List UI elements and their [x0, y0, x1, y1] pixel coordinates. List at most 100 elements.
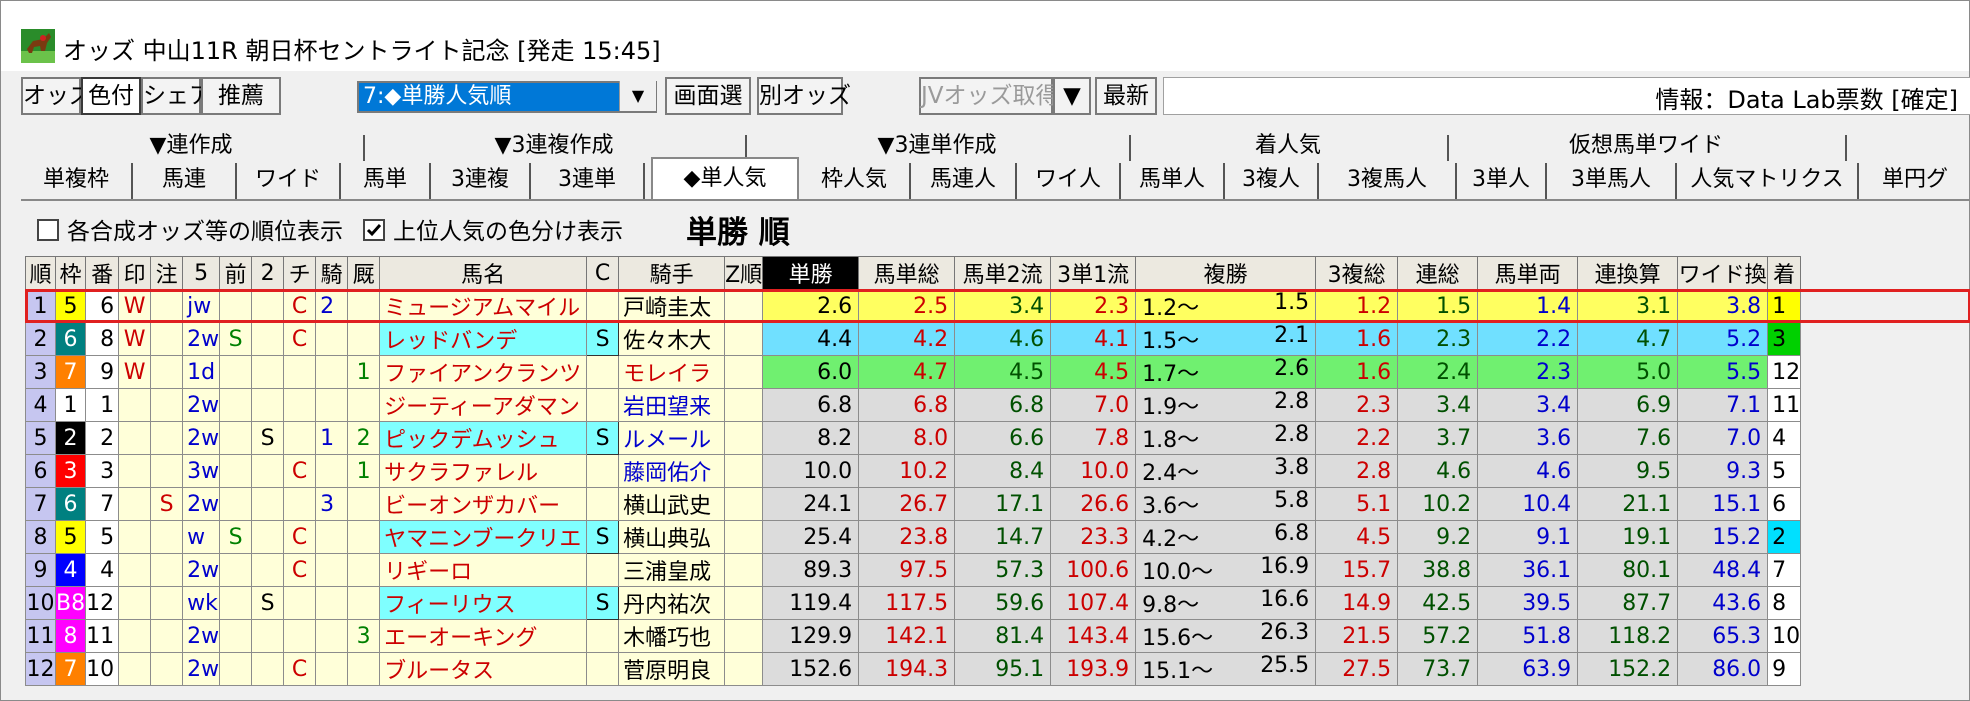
col-header[interactable]: 前	[219, 256, 253, 290]
other-odds-button[interactable]: 別オッズ	[757, 77, 851, 115]
tab-group-chaku-ninki[interactable]: 着人気	[1131, 131, 1445, 161]
latest-button[interactable]: 最新	[1095, 77, 1157, 115]
tab-3tan-ninki[interactable]: 3単人	[1457, 163, 1547, 199]
sanpuku-total-cell: 2.3	[1315, 388, 1399, 422]
umatan-both-cell: 39.5	[1477, 586, 1579, 620]
col-header-sorted[interactable]: 単勝	[762, 256, 860, 290]
col-header[interactable]: 連換算	[1577, 256, 1679, 290]
tab-group-kaso[interactable]: 仮想馬単ワイド	[1449, 131, 1843, 161]
chi-cell: C	[283, 289, 317, 323]
tab-group-ren[interactable]: ▼連作成	[21, 131, 361, 161]
table-row[interactable]: 8 5 5 w S C ヤマニンブークリエ S 横山典弘 25.4 23.8 14.7 23.3 4.2〜…	[25, 520, 1802, 554]
jv-odds-fetch-button[interactable]: JVオッズ取得	[919, 77, 1059, 115]
col-header[interactable]: 枠	[54, 256, 87, 290]
rank-display-checkbox[interactable]: 各合成オッズ等の順位表示	[37, 219, 343, 245]
wide-conv-cell: 48.4	[1677, 553, 1769, 587]
col-header[interactable]: 3単1流	[1050, 256, 1137, 290]
col-header[interactable]: 2	[251, 256, 285, 290]
col-header[interactable]: 複勝	[1135, 256, 1317, 290]
horse-number-cell: 9	[85, 355, 120, 389]
color-button[interactable]: 色付	[81, 77, 141, 115]
tab-umaren-ninki[interactable]: 馬連人	[911, 163, 1017, 199]
table-row[interactable]: 7 6 7 S 2w 3 ビーオンザカバー 横山武史 24.1 26.7 17.1 26.6 3.6〜 5…	[25, 487, 1802, 521]
col-header[interactable]: 騎手	[618, 256, 726, 290]
rank-display-label: 各合成オッズ等の順位表示	[67, 219, 343, 245]
screen-select-button[interactable]: 画面選	[665, 77, 751, 115]
tab-tan-ninki[interactable]: ◆単人気	[651, 157, 799, 201]
tab-wide[interactable]: ワイド	[237, 163, 341, 199]
umatan-both-cell: 51.8	[1477, 619, 1579, 653]
col-header[interactable]: C	[586, 256, 620, 290]
col-header[interactable]: 番	[85, 256, 120, 290]
col-header[interactable]: 印	[118, 256, 152, 290]
tab-3puku-ninki[interactable]: 3複人	[1225, 163, 1319, 199]
table-row[interactable]: 11 8 11 2w 3 エーオーキング 木幡巧也 129.9 142.1 81.4 143.4 15…	[25, 619, 1802, 653]
horse-number-cell: 10	[85, 652, 120, 686]
c-cell: S	[586, 520, 620, 554]
tab-umaren[interactable]: 馬連	[133, 163, 237, 199]
col-header[interactable]: ワイド換	[1677, 256, 1769, 290]
prev-cell	[219, 487, 253, 521]
umatan-total-cell: 142.1	[858, 619, 956, 653]
win-odds-cell: 6.0	[762, 355, 860, 389]
wide-conv-cell: 7.0	[1677, 421, 1769, 455]
jockey-cell: 佐々木大	[618, 322, 726, 356]
stable-mark-cell	[347, 487, 381, 521]
table-row[interactable]: 5 2 2 2w S 1 2 ピックデムッシュ S ルメール 8.2 8.0 6.6 7.8 1.8〜 2.8…	[25, 421, 1802, 455]
col-header[interactable]: 連総	[1397, 256, 1479, 290]
jockey-mark-cell	[315, 520, 349, 554]
ren-conv-cell: 4.7	[1577, 322, 1679, 356]
table-row[interactable]: 9 4 4 2w C リギーロ 三浦皇成 89.3 97.5 57.3 100.6 10.0〜 16.9…	[25, 553, 1802, 587]
col-header[interactable]: 厩	[347, 256, 381, 290]
col-header[interactable]: 3複総	[1315, 256, 1399, 290]
mark-cell	[118, 388, 152, 422]
col-header[interactable]: 馬単2流	[954, 256, 1052, 290]
tab-umatan[interactable]: 馬単	[341, 163, 431, 199]
table-row[interactable]: 10 B8 12 wk S フィーリウス S 丹内祐次 119.4 117.5 59.6 107.4 9…	[25, 586, 1802, 620]
table-row[interactable]: 12 7 10 2w C ブルータス 菅原明良 152.6 194.3 95.1 193.9 15.1…	[25, 652, 1802, 686]
tab-tanpuku-waku[interactable]: 単複枠	[21, 163, 133, 199]
col-header[interactable]: 注	[150, 256, 184, 290]
tab-wide-ninki[interactable]: ワイ人	[1017, 163, 1121, 199]
col-header[interactable]: 騎	[315, 256, 349, 290]
tab-3rentan[interactable]: 3連単	[531, 163, 645, 199]
sort-dropdown-arrow-icon[interactable]: ▼	[619, 81, 656, 111]
col-header[interactable]: 5	[182, 256, 221, 290]
tab-waku-ninki[interactable]: 枠人気	[799, 163, 911, 199]
tab-3puku-uma-ninki[interactable]: 3複馬人	[1319, 163, 1457, 199]
two-cell	[251, 289, 285, 323]
jv-dropdown-arrow-icon[interactable]: ▼	[1053, 77, 1091, 115]
prev-cell	[219, 454, 253, 488]
share-button[interactable]: シェア	[141, 77, 212, 115]
table-row[interactable]: 1 5 6 Wjw C 2 ミュージアムマイル 戸崎圭太 2.6 2.5 3.4 2.3 1.2〜 1.5…	[25, 289, 1802, 323]
table-row[interactable]: 6 3 3 3w C 1 サクラファレル 藤岡佑介 10.0 10.2 8.4 10.0 2.4〜 3.8…	[25, 454, 1802, 488]
prev-cell	[219, 652, 253, 686]
tab-3renpuku[interactable]: 3連複	[431, 163, 531, 199]
tab-3tan-uma-ninki[interactable]: 3単馬人	[1547, 163, 1677, 199]
tab-umatan-ninki[interactable]: 馬単人	[1121, 163, 1225, 199]
sort-order-select[interactable]: 7:◆単勝人気順	[357, 81, 657, 113]
tab-group-3rentan[interactable]: ▼3連単作成	[747, 131, 1127, 161]
c-cell	[586, 355, 620, 389]
finish-cell: 6	[1767, 487, 1802, 521]
table-row[interactable]: 3 7 9 W 1d 1 ファイアンクランツ モレイラ 6.0 4.7 4.5 4.5 1.7〜 2.6 1…	[25, 355, 1802, 389]
tab-ninki-matrix[interactable]: 人気マトリクス	[1677, 163, 1859, 199]
recommend-button[interactable]: 推薦	[201, 77, 281, 115]
col-header[interactable]: 馬名	[379, 256, 588, 290]
sanpuku-total-cell: 15.7	[1315, 553, 1399, 587]
checkbox-checked-icon	[363, 219, 385, 241]
tab-tan-en-graph[interactable]: 単円グ	[1859, 163, 1970, 199]
col-header[interactable]: Z順	[724, 256, 764, 290]
place-odds-cell: 1.2〜 1.5	[1135, 289, 1317, 323]
table-row[interactable]: 4 1 1 2w ジーティーアダマン 岩田望来 6.8 6.8 6.8 7.0 1.9〜 2.8 2.3…	[25, 388, 1802, 422]
stable-mark-cell: 1	[347, 454, 381, 488]
col-header[interactable]: 馬単総	[858, 256, 956, 290]
odds-button[interactable]: オッズ	[21, 77, 92, 115]
table-row[interactable]: 2 6 8 W 2w S C レッドバンデ S 佐々木大 4.4 4.2 4.6 4.1 1.5〜 2.1 1.…	[25, 322, 1802, 356]
col-header[interactable]: 順	[25, 256, 56, 290]
col-header[interactable]: チ	[283, 256, 317, 290]
col-header[interactable]: 着	[1767, 256, 1802, 290]
color-display-checkbox[interactable]: 上位人気の色分け表示	[363, 219, 623, 245]
c-cell	[586, 289, 620, 323]
col-header[interactable]: 馬単両	[1477, 256, 1579, 290]
